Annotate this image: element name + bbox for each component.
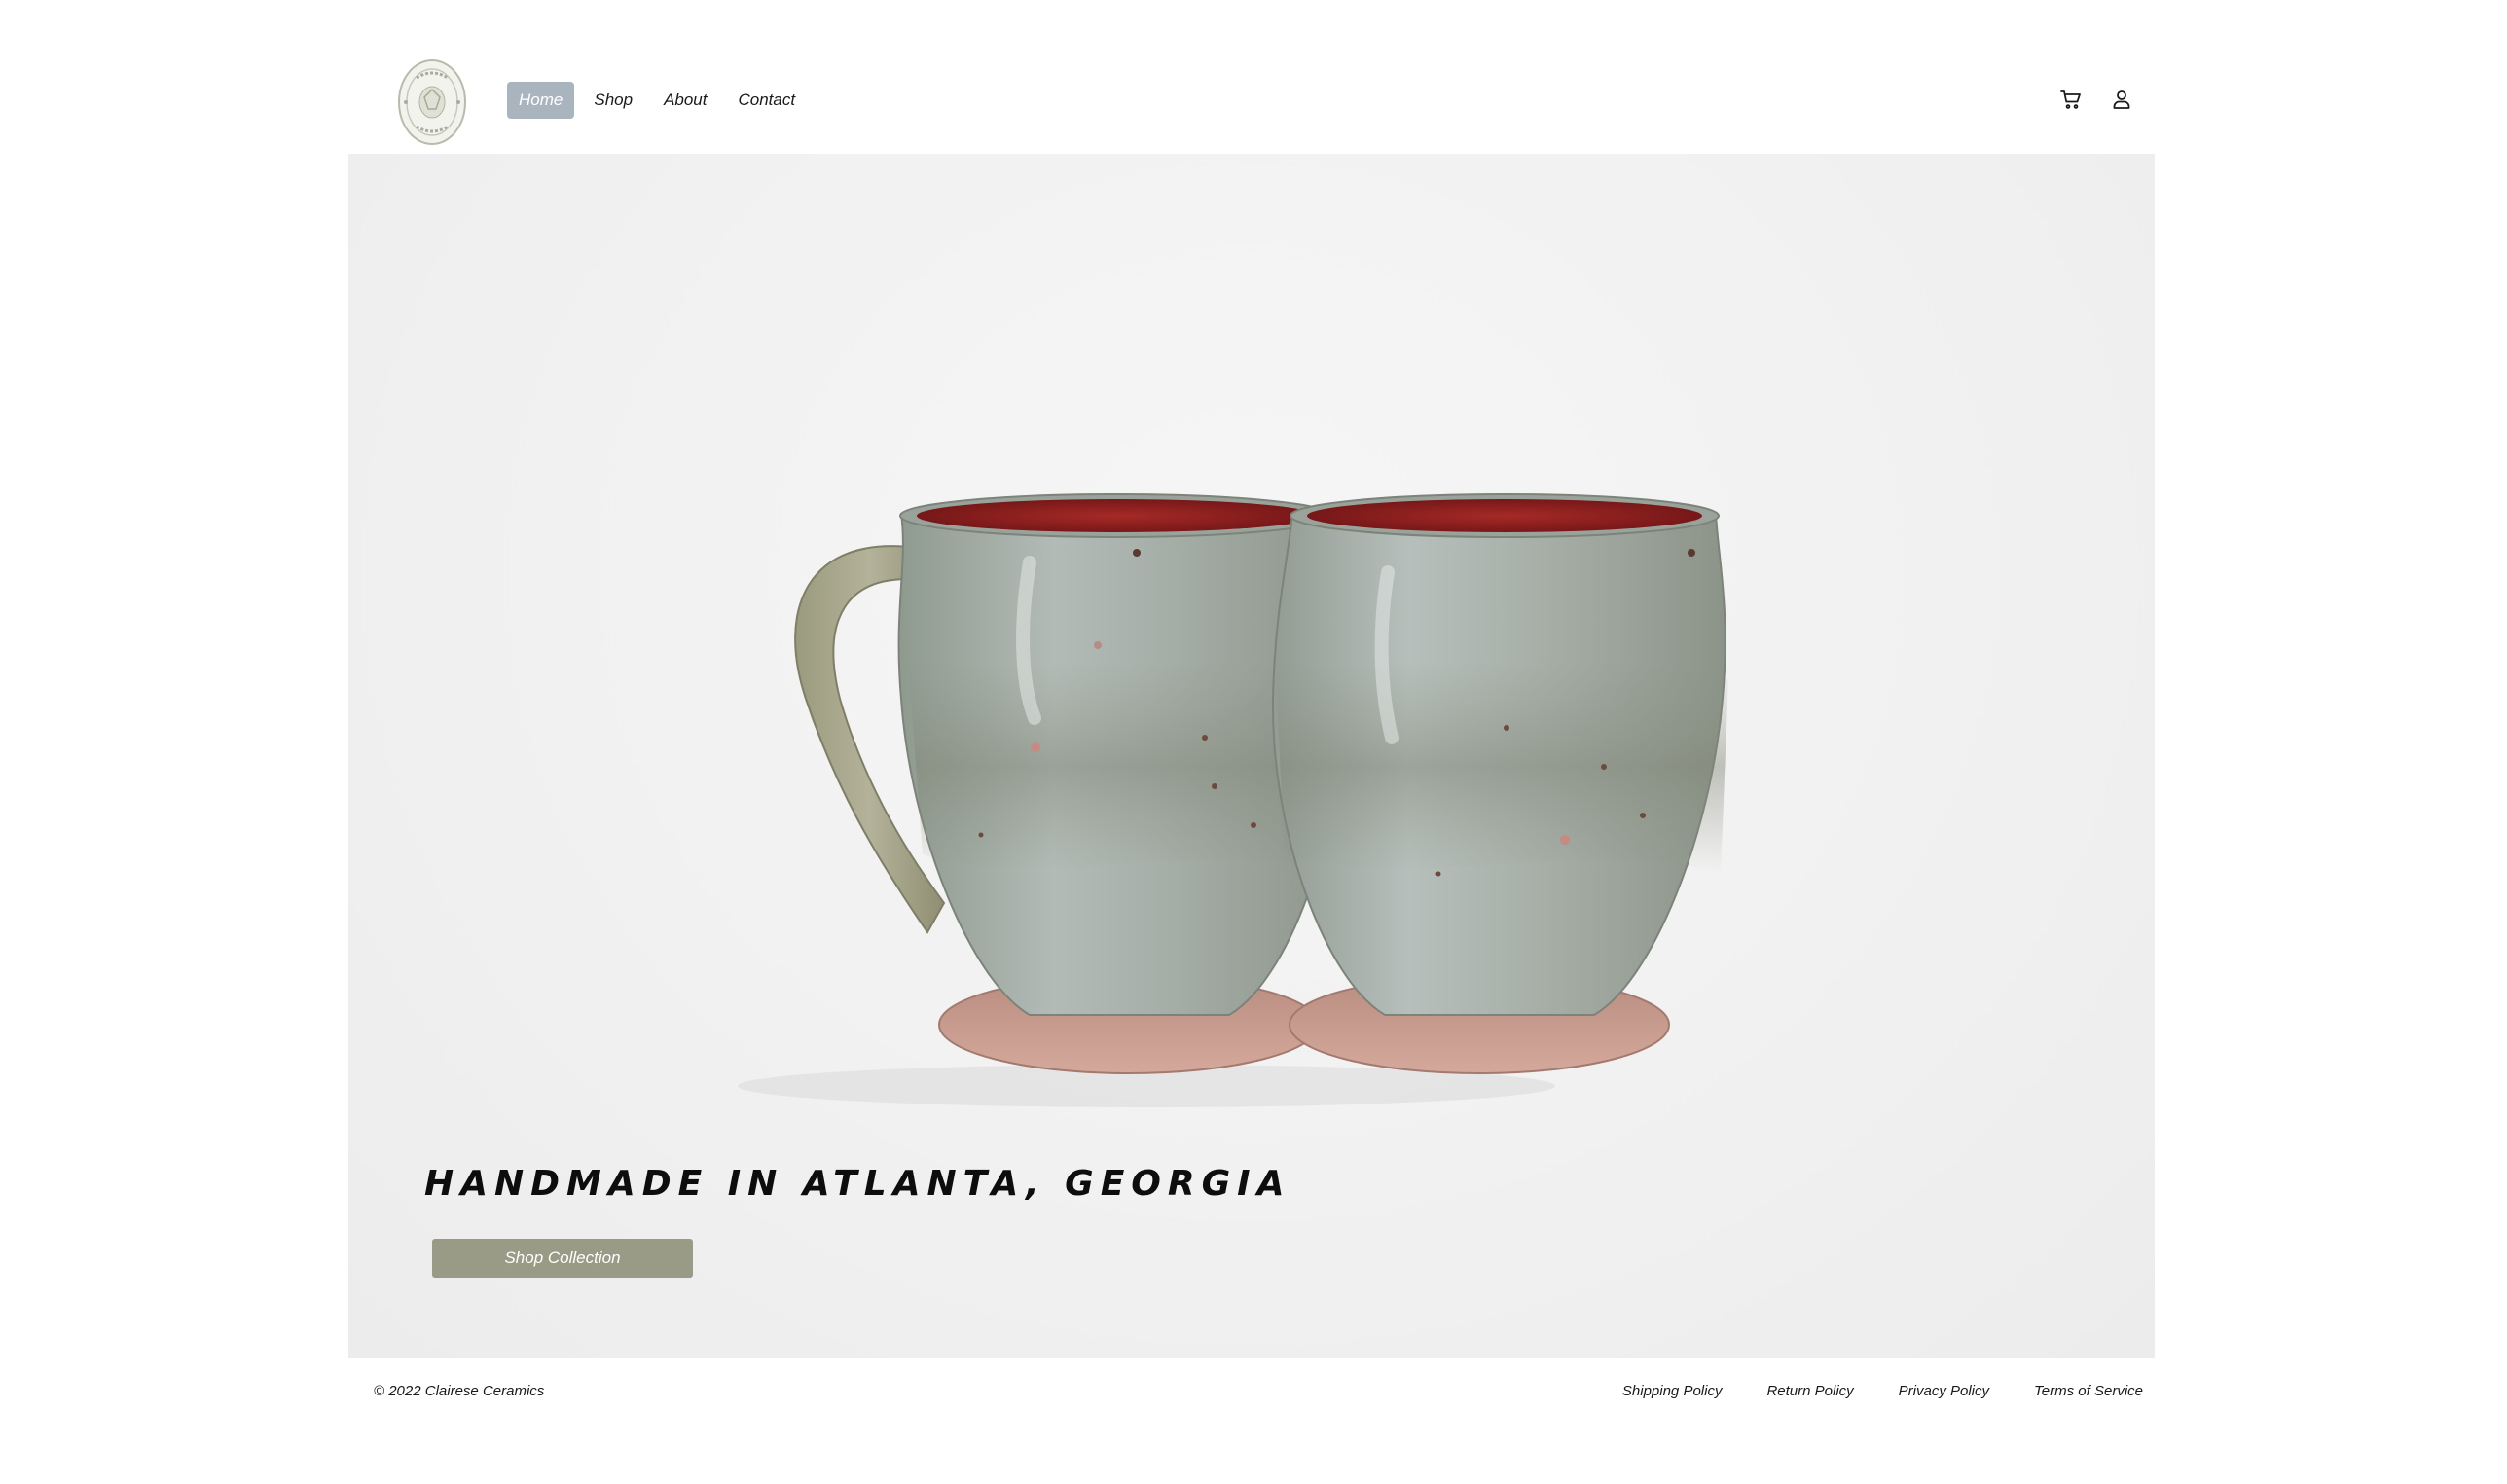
main-nav: Home Shop About Contact <box>507 82 807 119</box>
brand-logo[interactable] <box>397 58 467 146</box>
hero-title: HANDMADE IN ATLANTA, GEORGIA <box>424 1164 1291 1204</box>
footer-link-terms-of-service[interactable]: Terms of Service <box>2034 1383 2143 1399</box>
footer-link-return-policy[interactable]: Return Policy <box>1766 1383 1853 1399</box>
cart-icon[interactable] <box>2057 86 2085 113</box>
header-actions <box>2057 86 2135 113</box>
hero-banner: HANDMADE IN ATLANTA, GEORGIA Shop Collec… <box>348 154 2155 1358</box>
footer-links: Shipping Policy Return Policy Privacy Po… <box>1622 1383 2143 1399</box>
footer-link-privacy-policy[interactable]: Privacy Policy <box>1899 1383 1989 1399</box>
copyright-text: © 2022 Clairese Ceramics <box>374 1383 545 1399</box>
page: Home Shop About Contact HANDMADE IN ATLA… <box>0 0 2507 1484</box>
nav-home[interactable]: Home <box>507 82 575 119</box>
site-header: Home Shop About Contact <box>348 47 2155 154</box>
nav-about[interactable]: About <box>652 82 718 119</box>
nav-contact[interactable]: Contact <box>727 82 808 119</box>
site-footer: © 2022 Clairese Ceramics Shipping Policy… <box>348 1380 2155 1409</box>
shop-collection-button[interactable]: Shop Collection <box>432 1239 693 1278</box>
user-icon[interactable] <box>2108 86 2135 113</box>
nav-shop[interactable]: Shop <box>582 82 644 119</box>
footer-link-shipping-policy[interactable]: Shipping Policy <box>1622 1383 1723 1399</box>
